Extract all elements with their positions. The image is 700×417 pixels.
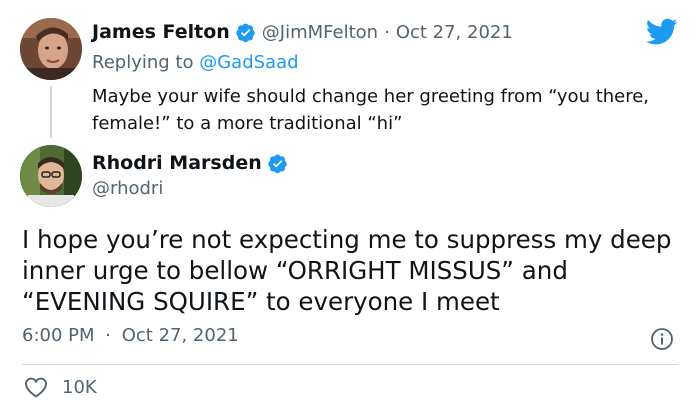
- meta-separator: ·: [384, 21, 390, 43]
- author-handle[interactable]: @JimMFelton: [262, 22, 378, 43]
- main-author-row: Rhodri Marsden: [92, 152, 294, 174]
- tweet-timestamp[interactable]: 6:00 PM · Oct 27, 2021: [22, 325, 239, 346]
- avatar[interactable]: [20, 145, 82, 207]
- like-action[interactable]: 10K: [24, 376, 97, 398]
- quoted-tweet-text: Maybe your wife should change her greeti…: [92, 86, 650, 134]
- replying-to-mention[interactable]: @GadSaad: [199, 52, 298, 73]
- tweet-card: James Felton @JimMFelton · Oct 27, 2021 …: [0, 0, 700, 417]
- avatar-photo: [20, 18, 82, 80]
- divider: [22, 364, 678, 365]
- twitter-bird-icon[interactable]: [646, 18, 678, 46]
- replying-to-line: Replying to @GadSaad: [92, 52, 299, 73]
- meta-separator: ·: [105, 325, 111, 346]
- tweet-time: 6:00 PM: [22, 325, 95, 346]
- replying-to-label: Replying to: [92, 52, 194, 73]
- tweet-text: I hope you’re not expecting me to suppre…: [22, 225, 672, 316]
- thread-connector: [50, 86, 52, 138]
- author-name[interactable]: James Felton: [92, 21, 230, 43]
- author-name[interactable]: Rhodri Marsden: [92, 152, 262, 174]
- avatar-photo: [20, 145, 82, 207]
- info-icon[interactable]: [650, 327, 674, 351]
- author-handle[interactable]: @rhodri: [92, 178, 163, 199]
- tweet-date[interactable]: Oct 27, 2021: [396, 22, 513, 43]
- verified-badge-icon: [268, 154, 287, 173]
- like-count: 10K: [62, 376, 97, 398]
- tweet-date: Oct 27, 2021: [121, 325, 239, 346]
- quoted-author-row: James Felton @JimMFelton · Oct 27, 2021: [92, 21, 513, 43]
- heart-icon[interactable]: [24, 376, 48, 398]
- verified-badge-icon: [236, 23, 255, 42]
- avatar[interactable]: [20, 18, 82, 80]
